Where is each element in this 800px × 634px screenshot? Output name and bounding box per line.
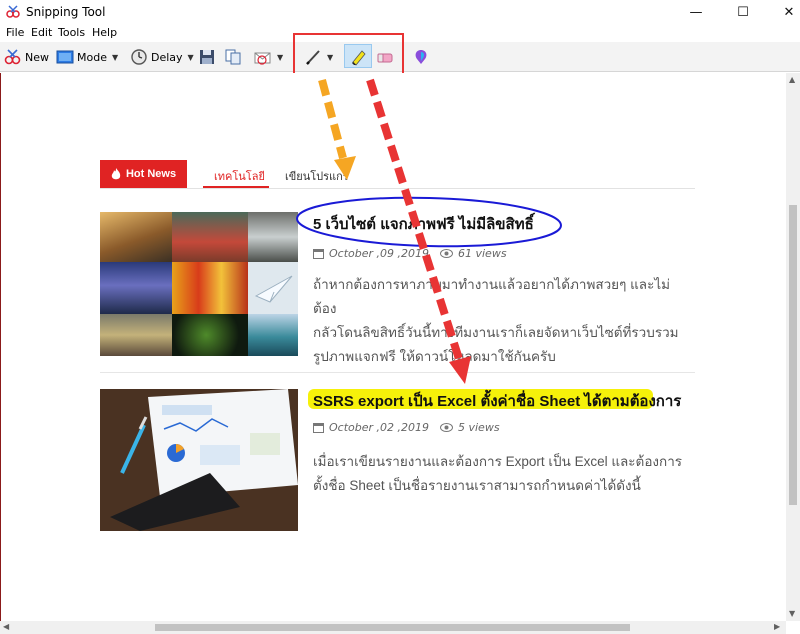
copy-button[interactable] — [224, 46, 242, 68]
new-label: New — [25, 50, 49, 64]
thumb-tile-city — [100, 262, 172, 314]
post2-views: 5 views — [458, 421, 500, 434]
menu-edit[interactable]: Edit — [31, 26, 52, 39]
calendar-icon — [313, 249, 324, 259]
copy-icon — [225, 49, 241, 65]
thumb-tile-leaves — [172, 314, 248, 356]
post1-excerpt-line: รูปภาพแจกฟรี ให้ดาวน์โหลดมาใช้กันครับ — [313, 349, 556, 364]
scroll-right-arrow-icon[interactable]: ▶ — [774, 622, 780, 631]
hot-news-label: Hot News — [125, 168, 177, 180]
delay-label: Delay — [151, 50, 183, 64]
menu-file[interactable]: File — [6, 26, 24, 39]
post2-thumbnail[interactable] — [100, 389, 298, 531]
thumb-tile-paper-plane — [248, 262, 298, 314]
save-icon — [200, 50, 214, 64]
save-button[interactable] — [198, 46, 216, 68]
window-title: Snipping Tool — [26, 5, 106, 19]
maximize-button[interactable]: ☐ — [720, 0, 766, 24]
send-snip-button[interactable]: ▼ — [254, 46, 283, 68]
new-snip-button[interactable]: New — [4, 46, 49, 68]
post1-title[interactable]: 5 เว็บไซต์ แจกภาพฟรี ไม่มีลิขสิทธิ์ — [313, 212, 534, 236]
horizontal-scrollbar[interactable]: ◀ ▶ — [0, 621, 786, 634]
delay-clock-icon — [131, 49, 147, 65]
post1-excerpt: ถ้าหากต้องการหาภาพมาทำงานแล้วอยากได้ภาพส… — [313, 273, 693, 369]
post2-excerpt-line: เมื่อเราเขียนรายงานและต้องการ Export เป็… — [313, 454, 683, 469]
post1-excerpt-line: กลัวโดนลิขสิทธิ์วันนี้ทางทีมงานเราก็เลยจ… — [313, 325, 679, 340]
post1-date: October ,09 ,2019 — [329, 247, 429, 260]
hot-news-badge: Hot News — [100, 160, 187, 188]
thumb-tile-lake — [248, 314, 298, 356]
tab-programming[interactable]: เขียนโปรแกร — [285, 167, 349, 185]
mode-button[interactable]: Mode ▼ — [56, 46, 118, 68]
menu-help[interactable]: Help — [92, 26, 117, 39]
scroll-left-arrow-icon[interactable]: ◀ — [3, 622, 9, 631]
post2-excerpt-line: ตั้งชื่อ Sheet เป็นชื่อรายงานเราสามารถกำ… — [313, 478, 641, 493]
delay-dropdown-caret-icon[interactable]: ▼ — [188, 53, 194, 62]
snipping-tool-app-icon — [6, 5, 20, 18]
thumb-tile-portrait — [172, 212, 248, 262]
menu-tools[interactable]: Tools — [58, 26, 85, 39]
vertical-scroll-thumb[interactable] — [789, 205, 797, 505]
send-dropdown-caret-icon[interactable]: ▼ — [277, 53, 283, 62]
post2-excerpt: เมื่อเราเขียนรายงานและต้องการ Export เป็… — [313, 450, 693, 498]
thumb-tile-fabrics — [172, 262, 248, 314]
post2-title[interactable]: SSRS export เป็น Excel ตั้งค่าชื่อ Sheet… — [313, 389, 681, 413]
eye-icon — [440, 249, 453, 258]
send-email-icon — [254, 52, 271, 65]
flame-icon — [111, 167, 121, 179]
vertical-scrollbar[interactable]: ▲ ▼ — [786, 73, 800, 621]
title-bar: Snipping Tool — ☐ ✕ — [0, 0, 800, 24]
toolbar-annotation-box — [293, 33, 404, 77]
mode-label: Mode — [77, 50, 107, 64]
paint3d-button[interactable] — [412, 46, 430, 68]
desk-report-image — [100, 389, 298, 531]
tab-technology[interactable]: เทคโนโลยี — [214, 167, 265, 185]
post1-excerpt-line: ถ้าหากต้องการหาภาพมาทำงานแล้วอยากได้ภาพส… — [313, 277, 671, 316]
post1-views: 61 views — [458, 247, 507, 260]
paint3d-icon — [415, 50, 427, 64]
post2-date: October ,02 ,2019 — [329, 421, 429, 434]
close-button[interactable]: ✕ — [766, 0, 800, 24]
thumb-tile-waterfall — [248, 212, 298, 262]
minimize-button[interactable]: — — [673, 0, 719, 24]
news-header-divider — [100, 188, 695, 189]
new-snip-icon — [4, 49, 21, 65]
post2-meta: October ,02 ,2019 5 views — [313, 421, 500, 434]
calendar-icon — [313, 423, 324, 433]
thumb-tile-landscape — [100, 212, 172, 262]
eye-icon — [440, 423, 453, 432]
horizontal-scroll-thumb[interactable] — [155, 624, 630, 631]
scroll-down-arrow-icon[interactable]: ▼ — [789, 609, 795, 618]
thumb-tile-railway — [100, 314, 172, 356]
post1-thumbnail[interactable] — [100, 212, 298, 356]
mode-dropdown-caret-icon[interactable]: ▼ — [112, 53, 118, 62]
scroll-up-arrow-icon[interactable]: ▲ — [789, 75, 795, 84]
mode-icon — [56, 50, 74, 64]
post-divider — [100, 372, 695, 373]
post1-meta: October ,09 ,2019 61 views — [313, 247, 507, 260]
delay-button[interactable]: Delay ▼ — [130, 46, 194, 68]
